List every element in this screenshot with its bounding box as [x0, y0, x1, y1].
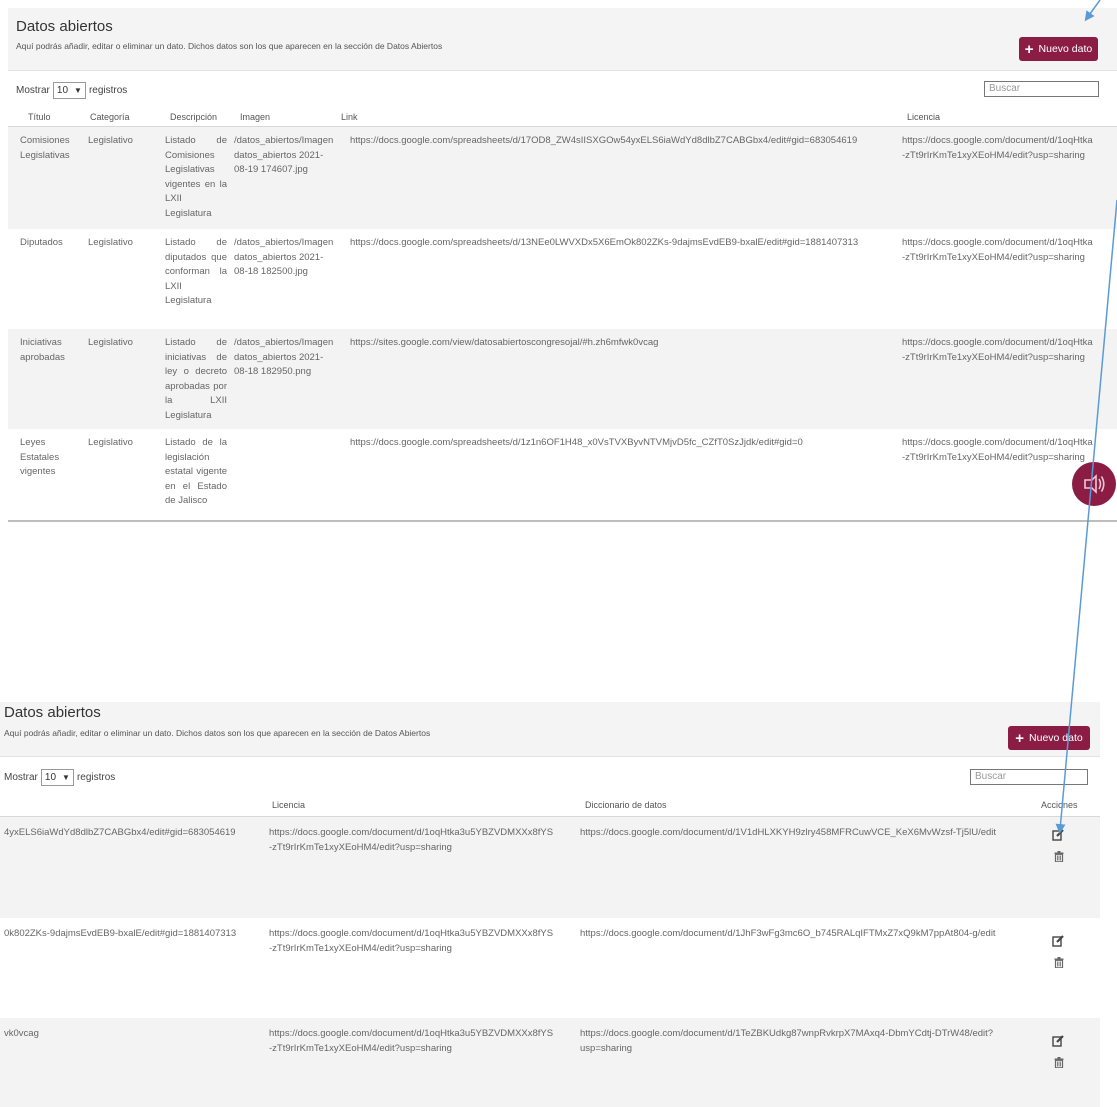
- row-dictionary[interactable]: https://docs.google.com/document/d/1JhF3…: [580, 927, 996, 942]
- col-header-diccionario[interactable]: Diccionario de datos: [585, 800, 667, 810]
- col-header-categoria[interactable]: Categoría: [90, 112, 130, 122]
- row-dictionary-cont[interactable]: usp=sharing: [580, 1042, 632, 1057]
- col-header-imagen[interactable]: Imagen: [240, 112, 270, 122]
- row-license[interactable]: https://docs.google.com/document/d/1oqHt…: [902, 134, 1093, 149]
- panel-header: [8, 8, 1117, 71]
- row-category: Legislativo: [88, 135, 133, 146]
- row-category: Legislativo: [88, 237, 133, 248]
- table-row: Comisiones Legislativas Legislativo List…: [8, 127, 1117, 229]
- col-header-link[interactable]: Link: [341, 112, 358, 122]
- table-row: Iniciativas aprobadas Legislativo Listad…: [8, 329, 1117, 429]
- col-header-acciones: Acciones: [1041, 800, 1078, 810]
- table-row: Diputados Legislativo Listado de diputad…: [8, 229, 1117, 329]
- row-link[interactable]: vk0vcag: [4, 1027, 39, 1042]
- help-fab-button[interactable]: [1072, 462, 1116, 506]
- page-length-select[interactable]: 10 ▼: [40, 769, 74, 786]
- table-row: 0k802ZKs-9dajmsEvdEB9-bxalE/edit#gid=188…: [0, 918, 1100, 1018]
- edit-icon[interactable]: [1052, 935, 1064, 947]
- col-header-licencia[interactable]: Licencia: [272, 800, 305, 810]
- row-image: /datos_abiertos/Imagen datos_abiertos 20…: [234, 237, 334, 277]
- page-length-control: Mostrar 10 ▼ registros: [16, 82, 127, 99]
- open-data-panel-full: Datos abiertos Aquí podrás añadir, edita…: [8, 8, 1117, 522]
- row-dictionary[interactable]: https://docs.google.com/document/d/1V1dH…: [580, 826, 996, 841]
- help-icon: [1084, 474, 1105, 494]
- row-license-cont[interactable]: -zTt9rIrKmTe1xyXEoHM4/edit?usp=sharing: [269, 841, 452, 856]
- row-title: Iniciativas aprobadas: [20, 337, 65, 363]
- table-row: vk0vcag https://docs.google.com/document…: [0, 1018, 1100, 1107]
- row-link[interactable]: https://docs.google.com/spreadsheets/d/1…: [350, 134, 857, 149]
- row-link[interactable]: 4yxELS6iaWdYd8dlbZ7CABGbx4/edit#gid=6830…: [4, 826, 236, 841]
- row-title: Leyes Estatales vigentes: [20, 437, 60, 477]
- open-data-panel-scrolled: Datos abiertos Aquí podrás añadir, edita…: [0, 702, 1100, 1107]
- row-link[interactable]: https://docs.google.com/spreadsheets/d/1…: [350, 436, 803, 451]
- row-description: Listado de la legislación estatal vigent…: [165, 437, 227, 506]
- row-license[interactable]: https://docs.google.com/document/d/1oqHt…: [269, 826, 553, 841]
- row-license-cont[interactable]: -zTt9rIrKmTe1xyXEoHM4/edit?usp=sharing: [902, 351, 1085, 366]
- table-row: 4yxELS6iaWdYd8dlbZ7CABGbx4/edit#gid=6830…: [0, 817, 1100, 918]
- search-input[interactable]: Buscar: [984, 81, 1099, 97]
- page-subtitle: Aquí podrás añadir, editar o eliminar un…: [4, 728, 431, 738]
- row-category: Legislativo: [88, 337, 133, 348]
- search-input[interactable]: Buscar: [970, 769, 1088, 785]
- row-description: Listado de iniciativas de ley o decreto …: [165, 337, 227, 421]
- page-length-control: Mostrar 10 ▼ registros: [4, 769, 115, 786]
- chevron-down-icon: ▼: [62, 773, 70, 782]
- row-category: Legislativo: [88, 437, 133, 448]
- row-license[interactable]: https://docs.google.com/document/d/1oqHt…: [902, 336, 1093, 351]
- row-description: Listado de diputados que conforman la LX…: [165, 237, 227, 306]
- row-license[interactable]: https://docs.google.com/document/d/1oqHt…: [269, 927, 553, 942]
- row-link[interactable]: 0k802ZKs-9dajmsEvdEB9-bxalE/edit#gid=188…: [4, 927, 236, 942]
- row-license-cont[interactable]: -zTt9rIrKmTe1xyXEoHM4/edit?usp=sharing: [902, 251, 1085, 266]
- page-length-select[interactable]: 10 ▼: [52, 82, 86, 99]
- row-license-cont[interactable]: -zTt9rIrKmTe1xyXEoHM4/edit?usp=sharing: [269, 1042, 452, 1057]
- page-title: Datos abiertos: [16, 18, 113, 35]
- trash-icon[interactable]: [1054, 1057, 1064, 1068]
- table-row: Leyes Estatales vigentes Legislativo Lis…: [8, 429, 1117, 520]
- col-header-titulo[interactable]: Título: [28, 112, 51, 122]
- plus-icon: +: [1015, 729, 1025, 747]
- row-title: Comisiones Legislativas: [20, 135, 70, 161]
- edit-icon[interactable]: [1052, 1035, 1064, 1047]
- row-dictionary[interactable]: https://docs.google.com/document/d/1TeZB…: [580, 1027, 993, 1042]
- page-subtitle: Aquí podrás añadir, editar o eliminar un…: [16, 41, 443, 51]
- col-header-licencia[interactable]: Licencia: [907, 112, 940, 122]
- row-license[interactable]: https://docs.google.com/document/d/1oqHt…: [269, 1027, 553, 1042]
- trash-icon[interactable]: [1054, 851, 1064, 862]
- row-license-cont[interactable]: -zTt9rIrKmTe1xyXEoHM4/edit?usp=sharing: [902, 451, 1085, 466]
- col-header-descripcion[interactable]: Descripción: [170, 112, 217, 122]
- chevron-down-icon: ▼: [74, 86, 82, 95]
- row-title: Diputados: [20, 237, 63, 248]
- row-license-cont[interactable]: -zTt9rIrKmTe1xyXEoHM4/edit?usp=sharing: [269, 942, 452, 957]
- page-title: Datos abiertos: [4, 704, 101, 721]
- edit-icon[interactable]: [1052, 829, 1064, 841]
- row-description: Listado de Comisiones Legislativas vigen…: [165, 135, 227, 219]
- plus-icon: +: [1024, 40, 1034, 58]
- trash-icon[interactable]: [1054, 957, 1064, 968]
- row-link[interactable]: https://sites.google.com/view/datosabier…: [350, 336, 658, 351]
- row-image: /datos_abiertos/Imagen datos_abiertos 20…: [234, 135, 334, 175]
- row-license[interactable]: https://docs.google.com/document/d/1oqHt…: [902, 236, 1093, 251]
- row-image: /datos_abiertos/Imagen datos_abiertos 20…: [234, 337, 334, 377]
- new-data-button[interactable]: + Nuevo dato: [1019, 37, 1098, 61]
- row-license[interactable]: https://docs.google.com/document/d/1oqHt…: [902, 436, 1093, 451]
- row-license-cont[interactable]: -zTt9rIrKmTe1xyXEoHM4/edit?usp=sharing: [902, 149, 1085, 164]
- new-data-button[interactable]: + Nuevo dato: [1008, 726, 1090, 750]
- row-link[interactable]: https://docs.google.com/spreadsheets/d/1…: [350, 236, 858, 251]
